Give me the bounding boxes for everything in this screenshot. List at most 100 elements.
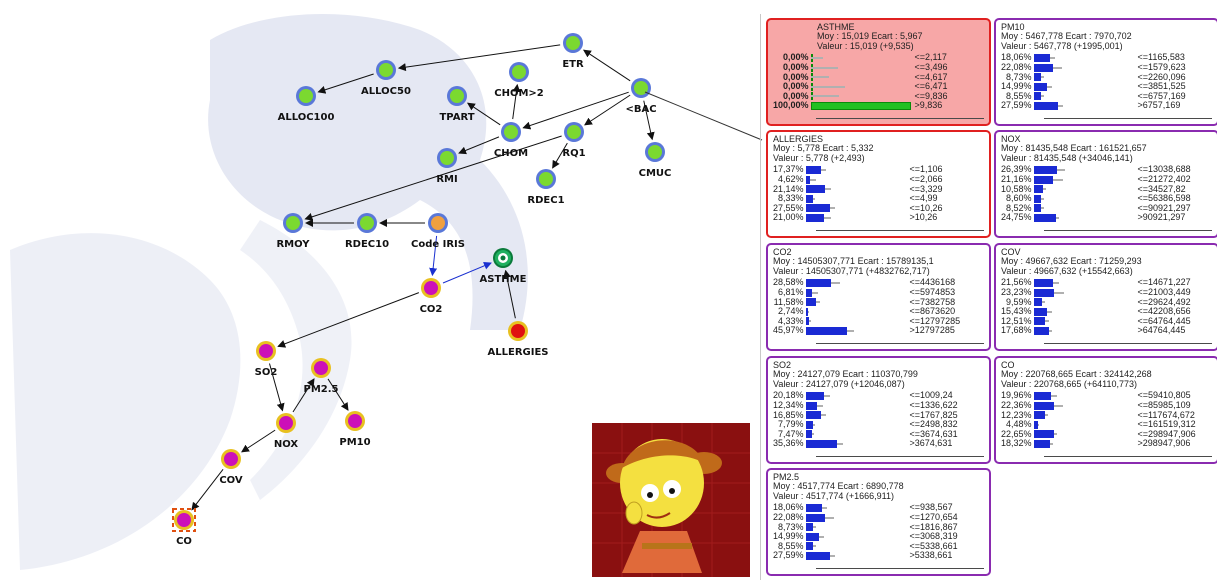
node-co[interactable]: CO (172, 508, 196, 547)
probability-bar-fill (1033, 194, 1042, 203)
monitor-card-pm10[interactable]: PM10 Moy : 5467,778 Ecart : 7970,702 Valeu… (994, 18, 1217, 126)
prior-bar (810, 85, 846, 88)
distribution-row: 24,75% >90921,297 (1001, 213, 1212, 223)
probability-bar (805, 411, 906, 420)
threshold-label: <=85985,109 (1137, 399, 1191, 410)
node-label-pm10: PM10 (339, 437, 370, 448)
probability-bar (805, 166, 906, 175)
monitor-card-allergies[interactable]: ALLERGIES Moy : 5,778 Ecart : 5,332 Valeur… (766, 130, 991, 238)
monitor-card-co2[interactable]: CO2 Moy : 14505307,771 Ecart : 15789135,1… (766, 243, 991, 351)
threshold-label: <=2,066 (909, 173, 943, 184)
percent-label: 21,16% (1001, 173, 1032, 184)
prior-bar (815, 301, 820, 304)
edge-bac-etr (583, 49, 631, 82)
distribution-row: 17,37% <=1,106 (773, 165, 984, 175)
node-pm10[interactable]: PM10 (339, 411, 371, 448)
node-cmuc[interactable]: CMUC (639, 142, 672, 179)
monitor-value: Valeur : 5,778 (+2,493) (773, 153, 865, 163)
monitor-distribution: 19,96% <=59410,805 22,36% <=85985,109 12,23%… (1001, 391, 1212, 449)
distribution-baseline (816, 343, 984, 344)
node-rq1[interactable]: RQ1 (562, 122, 586, 159)
probability-bar-fill (805, 532, 820, 541)
prior-bar (823, 395, 830, 398)
prior-bar (837, 442, 843, 445)
probability-bar (1033, 279, 1134, 288)
probability-bar (1033, 92, 1134, 101)
monitor-card-co[interactable]: CO Moy : 220768,665 Ecart : 324142,268 Val… (994, 356, 1217, 464)
prior-bar (1053, 66, 1063, 69)
percent-label: 12,34% (773, 399, 804, 410)
probability-bar-fill (805, 523, 814, 532)
probability-bar-fill (1033, 298, 1043, 307)
probability-bar (805, 288, 906, 297)
threshold-label: >90921,297 (1137, 212, 1186, 223)
monitor-card-cov[interactable]: COV Moy : 49667,632 Ecart : 71259,293 Vale… (994, 243, 1217, 351)
monitor-value: Valeur : 14505307,771 (+4832762,717) (773, 266, 930, 276)
percent-label: 45,97% (773, 325, 804, 336)
monitor-card-asthme[interactable]: ASTHME Moy : 15,019 Ecart : 5,967 Valeur :… (766, 18, 991, 126)
monitor-distribution: 17,37% <=1,106 4,62% <=2,066 21,14% <=3,329 8,… (773, 165, 984, 223)
threshold-label: <=21003,449 (1137, 286, 1191, 297)
monitor-distribution: 28,58% <=4436168 6,81% <=5974853 11,58% <=738… (773, 278, 984, 336)
probability-bar (810, 54, 911, 63)
distribution-baseline (816, 568, 984, 569)
distribution-baseline (1044, 118, 1212, 119)
probability-bar (805, 392, 906, 401)
prior-bar (810, 57, 823, 60)
threshold-label: >6757,169 (1137, 100, 1181, 111)
percent-label: 100,00% (773, 100, 809, 111)
monitor-stats: Moy : 5467,778 Ecart : 7970,702 (1001, 32, 1132, 42)
monitor-card-so2[interactable]: SO2 Moy : 24127,079 Ecart : 110370,799 Val… (766, 356, 991, 464)
monitor-distribution: 21,56% <=14671,227 23,23% <=21003,449 9,59% <… (1001, 278, 1212, 336)
monitor-card-nox[interactable]: NOX Moy : 81435,548 Ecart : 161521,657 Val… (994, 130, 1217, 238)
probability-bar (1033, 54, 1134, 63)
probability-bar-fill (1033, 185, 1044, 194)
monitor-card-pm25[interactable]: PM2.5 Moy : 4517,774 Ecart : 6890,778 Vale… (766, 468, 991, 576)
threshold-label: >12797285 (909, 325, 955, 336)
probability-bar (805, 175, 906, 184)
probability-bar (1033, 82, 1134, 91)
probability-bar (805, 504, 906, 513)
cartoon-girl-image (592, 423, 750, 577)
probability-bar (1033, 307, 1134, 316)
node-label-rmi: RMI (436, 174, 457, 185)
node-so2[interactable]: SO2 (255, 341, 278, 378)
probability-bar-fill (1033, 401, 1054, 410)
prior-bar (831, 282, 840, 285)
node-label-rmoy: RMOY (276, 239, 310, 250)
probability-bar-fill (805, 185, 825, 194)
probability-bar (805, 204, 906, 213)
distribution-row: 100,00% >9,836 (773, 101, 984, 111)
node-cov[interactable]: COV (219, 449, 243, 486)
prior-bar (820, 414, 826, 417)
probability-bar (1033, 411, 1134, 420)
prior-bar (830, 554, 835, 557)
panel-connector-line (644, 91, 763, 141)
prior-bar (1053, 404, 1063, 407)
node-chom[interactable]: CHOM (494, 122, 528, 159)
prior-bar (810, 66, 839, 69)
node-chom2[interactable]: CHOM>2 (494, 62, 544, 99)
percent-label: 27,59% (773, 550, 804, 561)
node-rdec1[interactable]: RDEC1 (527, 169, 565, 206)
prior-bar (1043, 188, 1047, 191)
probability-bar-fill (805, 279, 832, 288)
node-bac[interactable]: <BAC (625, 78, 657, 115)
node-label-pm25: PM2.5 (304, 384, 339, 395)
node-etr[interactable]: ETR (562, 33, 584, 70)
threshold-label: >298947,906 (1137, 438, 1191, 449)
probability-bar (1033, 317, 1134, 326)
probability-bar (805, 551, 906, 560)
probability-bar (1033, 166, 1134, 175)
probability-bar-fill (805, 392, 824, 401)
probability-bar-fill (1033, 204, 1042, 213)
percent-label: 22,08% (773, 511, 804, 522)
node-co2[interactable]: CO2 (420, 278, 443, 315)
node-label-rdec1: RDEC1 (527, 195, 564, 206)
probability-bar (805, 513, 906, 522)
prior-bar (810, 95, 840, 98)
probability-bar (805, 542, 906, 551)
node-label-rdec10: RDEC10 (345, 239, 389, 250)
probability-bar (805, 298, 906, 307)
probability-bar (810, 92, 911, 101)
